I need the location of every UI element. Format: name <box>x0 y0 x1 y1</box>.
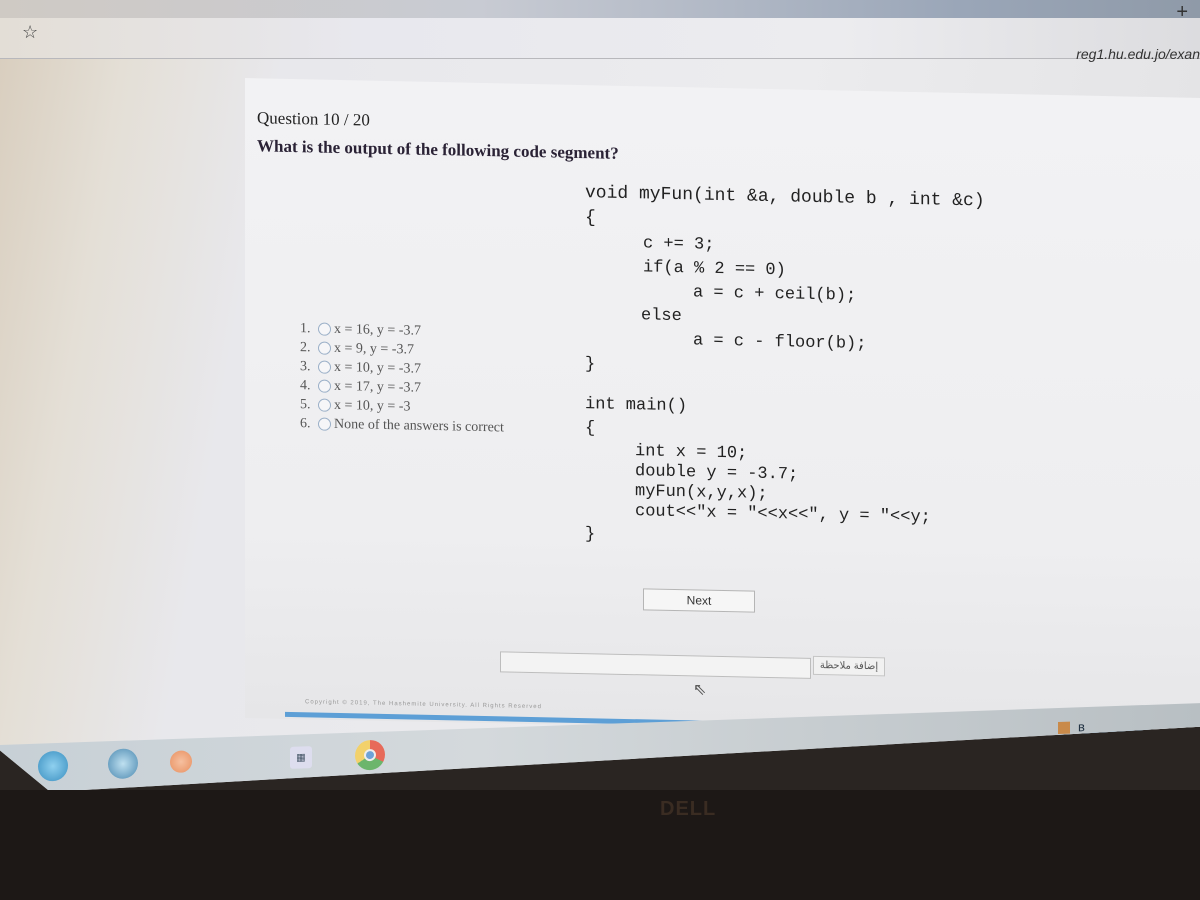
add-note-button[interactable]: إضافة ملاحظة <box>813 655 885 677</box>
media-player-icon[interactable] <box>170 750 192 774</box>
option-number: 4. <box>300 377 311 393</box>
option-number: 3. <box>300 358 311 374</box>
tray-app-icon[interactable] <box>1058 721 1070 735</box>
tab-strip: + <box>0 0 1200 22</box>
code-line: int x = 10; <box>635 442 748 464</box>
question-title: Question 10 / 20 <box>257 108 370 130</box>
answer-option[interactable]: 6. None of the answers is correct <box>300 414 504 437</box>
option-label[interactable]: x = 10, y = -3 <box>334 397 410 415</box>
option-label[interactable]: x = 9, y = -3.7 <box>334 340 414 358</box>
bluetooth-icon[interactable]: ʙ <box>1078 719 1085 734</box>
chrome-icon[interactable] <box>355 739 385 771</box>
address-bar[interactable]: ☆ reg1.hu.edu.jo/exan <box>0 18 1200 62</box>
option-label[interactable]: None of the answers is correct <box>334 416 504 436</box>
copyright-text: Copyright © 2019, The Hashemite Universi… <box>305 699 542 711</box>
question-prompt: What is the output of the following code… <box>257 136 619 163</box>
radio-button[interactable] <box>318 322 331 336</box>
code-line: int main() <box>585 395 688 417</box>
code-line: else <box>641 306 682 327</box>
option-label[interactable]: x = 17, y = -3.7 <box>334 378 421 396</box>
code-block: void myFun(int &a, double b , int &c) { … <box>585 183 985 544</box>
code-line: } <box>585 355 596 375</box>
code-line: { <box>585 419 596 439</box>
next-button[interactable]: Next <box>643 588 755 613</box>
mouse-cursor-icon: ⇖ <box>693 681 707 699</box>
url-text[interactable]: reg1.hu.edu.jo/exan <box>1076 46 1200 62</box>
code-line: { <box>585 208 596 229</box>
code-line: a = c + ceil(b); <box>693 283 857 306</box>
note-input[interactable] <box>500 651 811 679</box>
windows-start-icon[interactable] <box>38 750 68 782</box>
code-line: void myFun(int &a, double b , int &c) <box>585 183 985 212</box>
code-line: cout<<"x = "<<x<<", y = "<<y; <box>635 502 931 528</box>
monitor-bezel <box>0 790 1200 900</box>
screen: + ☆ reg1.hu.edu.jo/exan Question 10 / 20… <box>0 0 1200 790</box>
exam-page: Question 10 / 20 What is the output of t… <box>245 78 1200 739</box>
radio-button[interactable] <box>318 341 331 355</box>
option-label[interactable]: x = 10, y = -3.7 <box>334 359 421 377</box>
code-line: } <box>585 525 596 545</box>
internet-explorer-icon[interactable] <box>108 748 138 780</box>
code-line: if(a % 2 == 0) <box>643 258 786 281</box>
app-icon[interactable]: ▦ <box>290 746 312 769</box>
radio-button[interactable] <box>318 360 331 374</box>
option-number: 2. <box>300 339 311 355</box>
code-line: c += 3; <box>643 234 715 255</box>
code-line: double y = -3.7; <box>635 462 799 485</box>
radio-button[interactable] <box>318 417 331 431</box>
option-label[interactable]: x = 16, y = -3.7 <box>334 321 421 339</box>
brand-logo: DELL <box>660 798 717 820</box>
option-number: 5. <box>300 396 311 412</box>
radio-button[interactable] <box>318 398 331 412</box>
answer-options: 1. x = 16, y = -3.7 2. x = 9, y = -3.7 3… <box>300 319 504 437</box>
code-line: a = c - floor(b); <box>693 331 867 355</box>
code-line: myFun(x,y,x); <box>635 482 768 504</box>
radio-button[interactable] <box>318 379 331 393</box>
option-number: 1. <box>300 320 311 336</box>
option-number: 6. <box>300 415 311 431</box>
star-icon[interactable]: ☆ <box>22 22 38 43</box>
